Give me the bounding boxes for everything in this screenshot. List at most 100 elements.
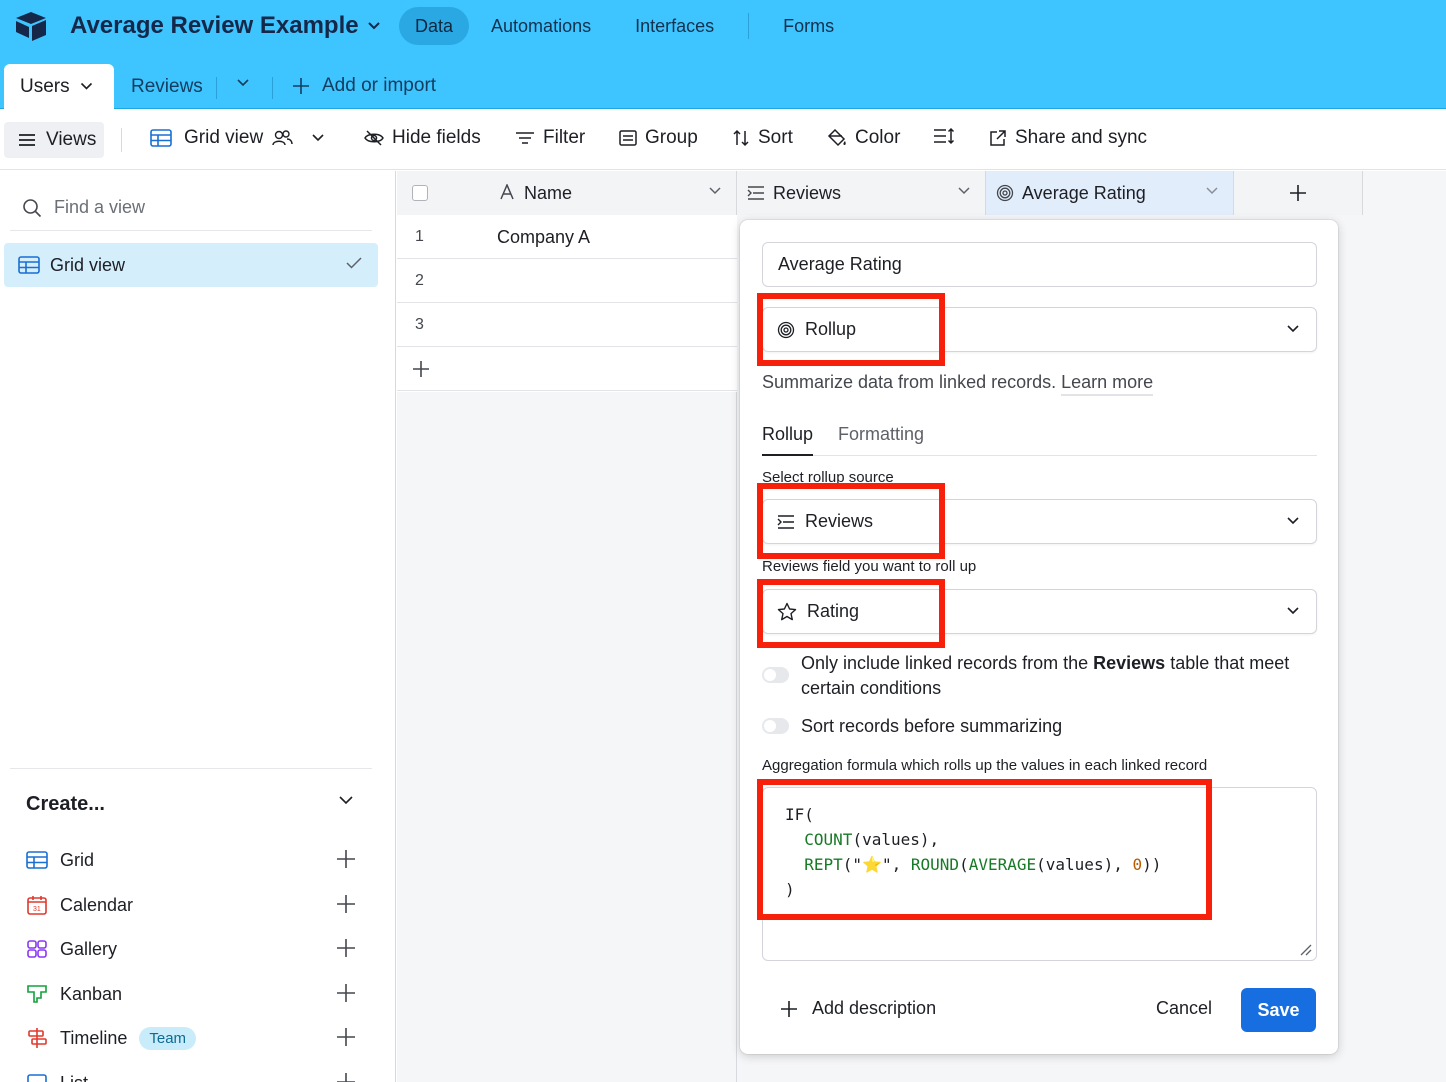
group-icon bbox=[619, 130, 637, 146]
base-name: Average Review Example bbox=[70, 12, 359, 39]
plus-icon[interactable] bbox=[336, 894, 356, 914]
table-tab-bar: Users Reviews Add or import bbox=[0, 64, 1446, 109]
tab-reviews[interactable]: Reviews bbox=[131, 76, 203, 98]
share-and-sync-button[interactable]: Share and sync bbox=[989, 127, 1147, 149]
plus-icon[interactable] bbox=[336, 849, 356, 869]
formula-token: ) bbox=[785, 880, 795, 899]
hide-fields-button[interactable]: Hide fields bbox=[364, 127, 481, 149]
help-text: Summarize data from linked records. bbox=[762, 372, 1057, 392]
add-field-button[interactable] bbox=[1234, 171, 1363, 215]
group-button[interactable]: Group bbox=[619, 127, 698, 149]
row-height-button[interactable] bbox=[933, 127, 955, 145]
tab-rollup[interactable]: Rollup bbox=[762, 424, 814, 456]
eye-slash-icon bbox=[364, 130, 384, 146]
add-or-import-button[interactable]: Add or import bbox=[292, 75, 436, 97]
learn-more-link[interactable]: Learn more bbox=[1061, 372, 1154, 396]
views-label: Views bbox=[46, 129, 97, 150]
table-row[interactable]: 2 bbox=[397, 259, 737, 303]
create-timeline-item[interactable]: Timeline Team bbox=[26, 1023, 356, 1053]
nav-automations[interactable]: Automations bbox=[469, 7, 613, 45]
chevron-down-icon[interactable] bbox=[957, 186, 971, 196]
nav-interfaces[interactable]: Interfaces bbox=[613, 7, 736, 45]
plus-icon bbox=[292, 77, 310, 95]
rollup-field-value: Rating bbox=[807, 601, 860, 621]
sidebar-item-grid-view[interactable]: Grid view bbox=[4, 243, 378, 287]
team-plan-badge: Team bbox=[139, 1026, 197, 1050]
formula-token: ("⭐", bbox=[842, 855, 911, 874]
toggle-text-part: Only include linked records from the bbox=[801, 653, 1094, 673]
base-name-button[interactable]: Average Review Example bbox=[70, 12, 381, 40]
add-row-button[interactable] bbox=[397, 347, 737, 391]
chevron-down-icon bbox=[311, 133, 325, 143]
add-import-label: Add or import bbox=[322, 75, 437, 96]
create-gallery-item[interactable]: Gallery bbox=[26, 934, 356, 964]
hide-fields-label: Hide fields bbox=[392, 127, 481, 148]
chevron-down-icon[interactable] bbox=[708, 186, 722, 196]
add-description-button[interactable]: Add description bbox=[780, 998, 936, 1019]
filter-button[interactable]: Filter bbox=[515, 127, 585, 149]
formula-token: ( bbox=[959, 855, 969, 874]
plus-icon[interactable] bbox=[336, 1027, 356, 1047]
find-view-input[interactable]: Find a view bbox=[10, 185, 372, 231]
column-header-average-rating[interactable]: Average Rating bbox=[986, 171, 1234, 215]
create-list-item[interactable]: List bbox=[26, 1068, 356, 1082]
create-item-label: Calendar bbox=[60, 894, 134, 915]
filter-label: Filter bbox=[543, 127, 586, 148]
select-all-checkbox[interactable] bbox=[412, 185, 428, 201]
chevron-down-icon[interactable] bbox=[1205, 186, 1219, 196]
find-view-placeholder: Find a view bbox=[54, 197, 146, 217]
resize-handle-icon[interactable] bbox=[1298, 942, 1312, 956]
conditions-toggle[interactable] bbox=[762, 667, 789, 683]
nav-data[interactable]: Data bbox=[399, 7, 470, 45]
tables-menu-chevron-icon[interactable] bbox=[236, 78, 250, 88]
formula-token: (values), bbox=[1036, 855, 1133, 874]
plus-icon bbox=[780, 1000, 798, 1018]
formula-line-1: IF( bbox=[785, 802, 1316, 827]
field-name-input[interactable]: Average Rating bbox=[762, 242, 1317, 287]
formula-line-4: ) bbox=[785, 877, 1316, 902]
formula-token: (values), bbox=[852, 830, 940, 849]
formula-token: IF( bbox=[785, 805, 814, 824]
plus-icon[interactable] bbox=[336, 1072, 356, 1082]
save-button[interactable]: Save bbox=[1241, 988, 1316, 1032]
column-header-reviews[interactable]: Reviews bbox=[737, 171, 986, 215]
grid-header-row: Name Reviews Average Rating bbox=[397, 171, 1363, 215]
config-tabs: Rollup Formatting bbox=[762, 424, 1317, 456]
create-calendar-item[interactable]: 31 Calendar bbox=[26, 890, 356, 920]
views-button[interactable]: Views bbox=[4, 122, 104, 158]
toggle-table-name: Reviews bbox=[1093, 653, 1166, 673]
airtable-logo-icon[interactable] bbox=[14, 10, 48, 42]
field-type-value: Rollup bbox=[805, 319, 857, 339]
top-bar: Average Review Example Data Automations … bbox=[0, 0, 1446, 64]
table-row[interactable]: 1 Company A bbox=[397, 215, 737, 259]
sort-button[interactable]: Sort bbox=[732, 127, 793, 149]
create-kanban-item[interactable]: Kanban bbox=[26, 979, 356, 1009]
rollup-field-select[interactable]: Rating bbox=[762, 589, 1317, 634]
create-grid-item[interactable]: Grid bbox=[26, 845, 356, 875]
checkmark-icon bbox=[346, 257, 362, 269]
tab-users[interactable]: Users bbox=[4, 64, 114, 109]
create-section-title: Create... bbox=[26, 793, 105, 815]
formula-token: )) bbox=[1142, 855, 1162, 874]
rollup-source-select[interactable]: Reviews bbox=[762, 499, 1317, 544]
nav-forms[interactable]: Forms bbox=[761, 7, 856, 45]
name-cell[interactable]: Company A bbox=[497, 227, 590, 248]
plus-icon[interactable] bbox=[336, 938, 356, 958]
field-type-select[interactable]: Rollup bbox=[762, 307, 1317, 352]
grid-view-button[interactable]: Grid view bbox=[150, 127, 325, 149]
column-average-rating-label: Average Rating bbox=[1022, 183, 1146, 203]
divider bbox=[10, 768, 372, 769]
plus-icon bbox=[412, 360, 430, 378]
chevron-down-icon bbox=[1286, 324, 1300, 334]
sort-records-toggle[interactable] bbox=[762, 718, 789, 734]
column-header-name[interactable]: Name bbox=[397, 171, 737, 215]
table-row[interactable]: 3 bbox=[397, 303, 737, 347]
aggregation-formula-editor[interactable]: IF( COUNT(values), REPT("⭐", ROUND(AVERA… bbox=[762, 787, 1317, 961]
linked-record-icon bbox=[747, 185, 765, 201]
tab-formatting[interactable]: Formatting bbox=[838, 424, 924, 445]
plus-icon[interactable] bbox=[336, 983, 356, 1003]
color-button[interactable]: Color bbox=[827, 127, 900, 149]
create-item-label: Grid bbox=[60, 849, 95, 870]
chevron-down-icon[interactable] bbox=[338, 795, 354, 805]
cancel-button[interactable]: Cancel bbox=[1156, 998, 1212, 1019]
